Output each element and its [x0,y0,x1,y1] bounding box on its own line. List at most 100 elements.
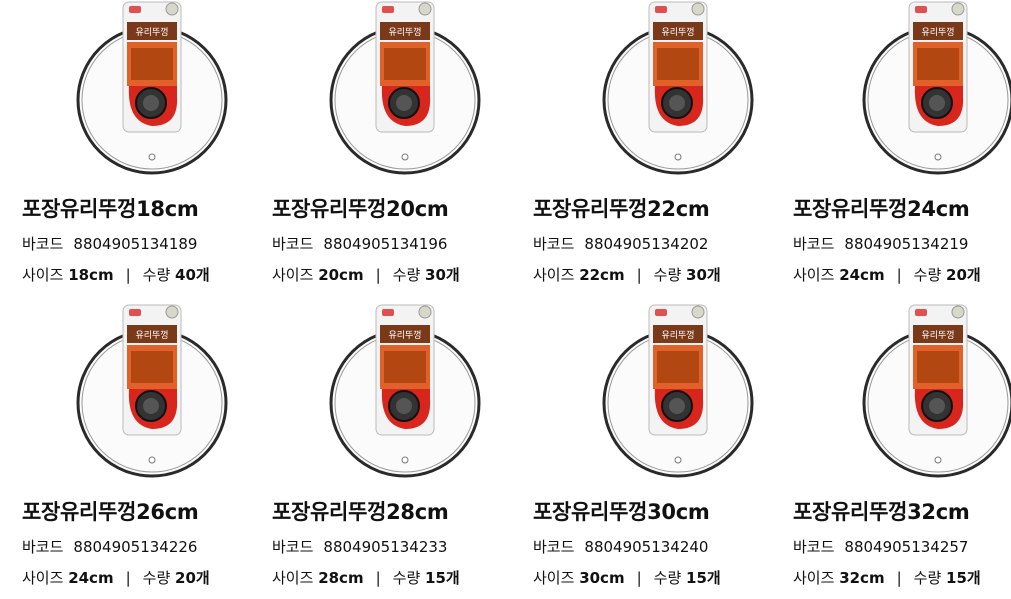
qty-value: 15개 [686,569,721,587]
barcode-line: 바코드 8804905134233 [272,536,447,557]
size-label: 사이즈 [22,569,64,587]
size-value: 24cm [68,569,114,587]
barcode-label: 바코드 [22,235,64,253]
product-card: 유리뚜껑 포장유리뚜껑30cm 바코드 8804905134240 사이즈 30cm |… [533,303,778,599]
product-card: 유리뚜껑 포장유리뚜껑28cm 바코드 8804905134233 사이즈 28cm |… [272,303,517,599]
barcode-label: 바코드 [272,538,314,556]
separator: | [636,569,642,587]
qty-label: 수량 [392,266,421,284]
size-label: 사이즈 [22,266,64,284]
svg-text:유리뚜껑: 유리뚜껑 [661,329,694,341]
glass-lid-icon: 유리뚜껑 [76,304,228,478]
barcode-label: 바코드 [533,235,575,253]
barcode-value: 8804905134202 [584,235,709,253]
product-image: 유리뚜껑 [67,303,237,478]
product-image: 유리뚜껑 [320,303,490,478]
qty-value: 15개 [425,569,460,587]
product-image: 유리뚜껑 [593,0,763,175]
svg-text:유리뚜껑: 유리뚜껑 [921,26,954,38]
size-label: 사이즈 [533,569,575,587]
product-title: 포장유리뚜껑18cm [22,197,199,221]
glass-lid-icon: 유리뚜껑 [329,1,481,175]
qty-label: 수량 [653,266,682,284]
product-card: 유리뚜껑 포장유리뚜껑20cm 바코드 8804905134196 사이즈 20cm |… [272,0,517,296]
size-label: 사이즈 [793,266,835,284]
qty-label: 수량 [913,569,942,587]
svg-text:유리뚜껑: 유리뚜껑 [921,329,954,341]
product-title: 포장유리뚜껑20cm [272,197,449,221]
svg-text:유리뚜껑: 유리뚜껑 [135,329,168,341]
svg-text:유리뚜껑: 유리뚜껑 [388,26,421,38]
separator: | [125,266,131,284]
qty-label: 수량 [142,266,171,284]
barcode-value: 8804905134189 [73,235,198,253]
product-card: 유리뚜껑 포장유리뚜껑26cm 바코드 8804905134226 사이즈 24cm |… [22,303,267,599]
separator: | [375,266,381,284]
qty-label: 수량 [142,569,171,587]
glass-lid-icon: 유리뚜껑 [862,1,1011,175]
qty-label: 수량 [653,569,682,587]
barcode-value: 8804905134196 [323,235,448,253]
product-card: 유리뚜껑 포장유리뚜껑32cm 바코드 8804905134257 사이즈 32cm |… [793,303,1011,599]
barcode-value: 8804905134226 [73,538,198,556]
spec-line: 사이즈 24cm | 수량 20개 [22,567,210,588]
barcode-line: 바코드 8804905134196 [272,233,447,254]
qty-value: 20개 [175,569,210,587]
size-value: 32cm [839,569,885,587]
product-image: 유리뚜껑 [853,303,1011,478]
svg-text:유리뚜껑: 유리뚜껑 [388,329,421,341]
product-title: 포장유리뚜껑22cm [533,197,710,221]
size-label: 사이즈 [272,569,314,587]
product-title: 포장유리뚜껑30cm [533,500,710,524]
qty-value: 30개 [686,266,721,284]
barcode-value: 8804905134233 [323,538,448,556]
product-card: 유리뚜껑 포장유리뚜껑18cm 바코드 8804905134189 사이즈 18cm |… [22,0,267,296]
svg-text:유리뚜껑: 유리뚜껑 [135,26,168,38]
size-label: 사이즈 [533,266,575,284]
product-grid: 유리뚜껑 포장유리뚜껑18cm 바코드 8804905134189 사이즈 18cm |… [0,0,1011,593]
barcode-label: 바코드 [22,538,64,556]
glass-lid-icon: 유리뚜껑 [329,304,481,478]
glass-lid-icon: 유리뚜껑 [602,1,754,175]
barcode-label: 바코드 [793,235,835,253]
separator: | [125,569,131,587]
barcode-line: 바코드 8804905134226 [22,536,197,557]
qty-value: 15개 [946,569,981,587]
barcode-value: 8804905134219 [844,235,969,253]
spec-line: 사이즈 18cm | 수량 40개 [22,264,210,285]
spec-line: 사이즈 20cm | 수량 30개 [272,264,460,285]
barcode-value: 8804905134257 [844,538,969,556]
barcode-label: 바코드 [533,538,575,556]
qty-label: 수량 [392,569,421,587]
product-title: 포장유리뚜껑28cm [272,500,449,524]
spec-line: 사이즈 24cm | 수량 20개 [793,264,981,285]
barcode-line: 바코드 8804905134240 [533,536,708,557]
svg-text:유리뚜껑: 유리뚜껑 [661,26,694,38]
barcode-line: 바코드 8804905134219 [793,233,968,254]
product-image: 유리뚜껑 [853,0,1011,175]
barcode-line: 바코드 8804905134189 [22,233,197,254]
qty-label: 수량 [913,266,942,284]
barcode-label: 바코드 [793,538,835,556]
size-value: 18cm [68,266,114,284]
size-value: 28cm [318,569,364,587]
separator: | [896,569,902,587]
barcode-line: 바코드 8804905134257 [793,536,968,557]
product-card: 유리뚜껑 포장유리뚜껑24cm 바코드 8804905134219 사이즈 24cm |… [793,0,1011,296]
size-value: 20cm [318,266,364,284]
glass-lid-icon: 유리뚜껑 [862,304,1011,478]
spec-line: 사이즈 28cm | 수량 15개 [272,567,460,588]
qty-value: 30개 [425,266,460,284]
qty-value: 20개 [946,266,981,284]
product-title: 포장유리뚜껑26cm [22,500,199,524]
glass-lid-icon: 유리뚜껑 [76,1,228,175]
spec-line: 사이즈 30cm | 수량 15개 [533,567,721,588]
size-label: 사이즈 [793,569,835,587]
product-title: 포장유리뚜껑32cm [793,500,970,524]
size-value: 30cm [579,569,625,587]
product-title: 포장유리뚜껑24cm [793,197,970,221]
qty-value: 40개 [175,266,210,284]
size-value: 22cm [579,266,625,284]
product-card: 유리뚜껑 포장유리뚜껑22cm 바코드 8804905134202 사이즈 22cm |… [533,0,778,296]
product-image: 유리뚜껑 [67,0,237,175]
